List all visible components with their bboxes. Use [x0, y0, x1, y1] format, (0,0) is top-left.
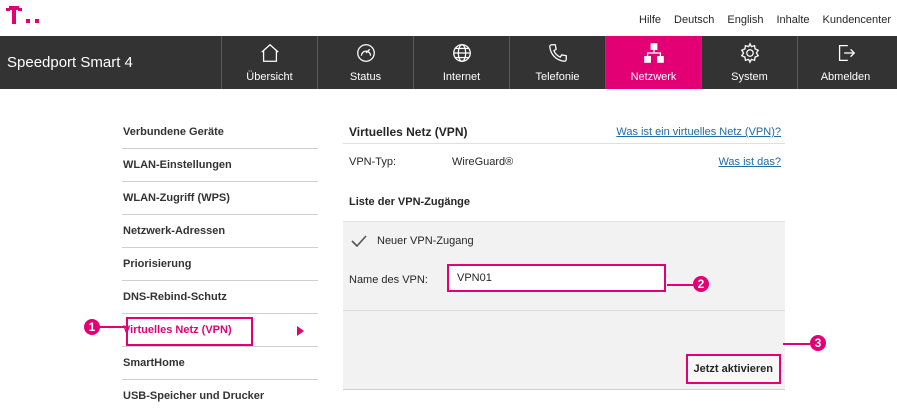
callout-line-3 — [783, 343, 810, 345]
callout-line-2 — [667, 284, 693, 286]
lang-english-link[interactable]: English — [727, 14, 763, 26]
vpn-type-label: VPN-Typ: — [349, 156, 397, 168]
sidebar-item-label: WLAN-Einstellungen — [123, 159, 232, 171]
nav-telephony[interactable]: Telefonie — [509, 36, 605, 89]
vpn-type-row: VPN-Typ: WireGuard® Was ist das? — [343, 144, 785, 178]
sidebar-item-usb-storage[interactable]: USB-Speicher und Drucker — [122, 380, 318, 413]
customer-center-link[interactable]: Kundencenter — [823, 14, 892, 26]
nav-overview-label: Übersicht — [246, 71, 293, 83]
nav-status-label: Status — [349, 71, 382, 83]
checkmark-icon — [351, 235, 367, 247]
nav-system[interactable]: System — [701, 36, 797, 89]
contents-link[interactable]: Inhalte — [776, 14, 809, 26]
callout-marker-3: 3 — [810, 335, 826, 351]
top-bar: Hilfe Deutsch English Inhalte Kundencent… — [0, 0, 897, 36]
sidebar-item-wlan-settings[interactable]: WLAN-Einstellungen — [122, 149, 318, 182]
sidebar-item-smarthome[interactable]: SmartHome — [122, 347, 318, 380]
callout-line-1 — [99, 326, 126, 328]
sidebar-item-label: Verbundene Geräte — [123, 126, 224, 138]
help-link[interactable]: Hilfe — [639, 14, 661, 26]
main-navigation: Speedport Smart 4 Übersicht Status Inter… — [0, 36, 897, 89]
vpn-list-header: Liste der VPN-Zugänge — [343, 178, 785, 222]
sidebar-item-network-addresses[interactable]: Netzwerk-Adressen — [122, 215, 318, 248]
callout-marker-2: 2 — [693, 276, 709, 292]
divider — [343, 310, 785, 311]
phone-icon — [548, 44, 567, 62]
action-row: Jetzt aktivieren — [343, 345, 785, 390]
sidebar-item-label: WLAN-Zugriff (WPS) — [123, 192, 230, 204]
lang-german-link[interactable]: Deutsch — [674, 14, 714, 26]
nav-overview[interactable]: Übersicht — [221, 36, 317, 89]
vpn-type-value: WireGuard® — [452, 156, 514, 168]
sidebar-item-dns-rebind[interactable]: DNS-Rebind-Schutz — [122, 281, 318, 314]
logout-icon — [838, 45, 855, 61]
sidebar-item-wlan-wps[interactable]: WLAN-Zugriff (WPS) — [122, 182, 318, 215]
page-title: Virtuelles Netz (VPN) — [349, 125, 468, 139]
nav-internet[interactable]: Internet — [413, 36, 509, 89]
product-title: Speedport Smart 4 — [7, 54, 133, 71]
new-vpn-label: Neuer VPN-Zugang — [377, 235, 474, 247]
top-links: Hilfe Deutsch English Inhalte Kundencent… — [639, 14, 891, 26]
nav-system-label: System — [731, 71, 768, 83]
vpn-type-help-link[interactable]: Was ist das? — [718, 156, 781, 168]
nav-network-label: Netzwerk — [630, 71, 677, 83]
activate-button[interactable]: Jetzt aktivieren — [685, 354, 781, 384]
new-vpn-section: Neuer VPN-Zugang Name des VPN: — [343, 222, 785, 345]
sidebar-item-label: USB-Speicher und Drucker — [123, 390, 265, 402]
sidebar-item-connected-devices[interactable]: Verbundene Geräte — [122, 116, 318, 149]
house-icon — [260, 43, 279, 62]
vpn-panel: Virtuelles Netz (VPN) Was ist ein virtue… — [343, 116, 785, 390]
sidebar-menu: Verbundene Geräte WLAN-Einstellungen WLA… — [122, 116, 318, 413]
network-icon — [643, 43, 664, 63]
sidebar-item-prioritization[interactable]: Priorisierung — [122, 248, 318, 281]
sidebar-item-label: SmartHome — [123, 357, 185, 369]
vpn-name-input[interactable] — [447, 264, 666, 292]
nav-internet-label: Internet — [442, 71, 481, 83]
sidebar-item-label: Netzwerk-Adressen — [123, 225, 226, 237]
nav-logout[interactable]: Abmelden — [797, 36, 893, 89]
nav-logout-label: Abmelden — [820, 71, 871, 83]
telekom-logo-icon[interactable] — [6, 6, 46, 26]
vpn-help-link[interactable]: Was ist ein virtuelles Netz (VPN)? — [616, 126, 781, 138]
vpn-name-label: Name des VPN: — [349, 274, 428, 286]
nav-status[interactable]: Status — [317, 36, 413, 89]
gauge-icon — [356, 44, 375, 62]
globe-icon — [452, 44, 471, 62]
panel-header: Virtuelles Netz (VPN) Was ist ein virtue… — [343, 116, 785, 144]
sidebar-item-label: Priorisierung — [123, 258, 192, 270]
gear-icon — [740, 42, 759, 64]
vpn-list-heading: Liste der VPN-Zugänge — [349, 196, 471, 208]
nav-telephony-label: Telefonie — [535, 71, 580, 83]
callout-marker-1: 1 — [84, 319, 100, 335]
arrow-right-icon — [297, 326, 304, 336]
sidebar-item-label: DNS-Rebind-Schutz — [123, 291, 227, 303]
highlight-box-vpn-menu — [126, 317, 253, 346]
nav-network[interactable]: Netzwerk — [605, 36, 701, 89]
